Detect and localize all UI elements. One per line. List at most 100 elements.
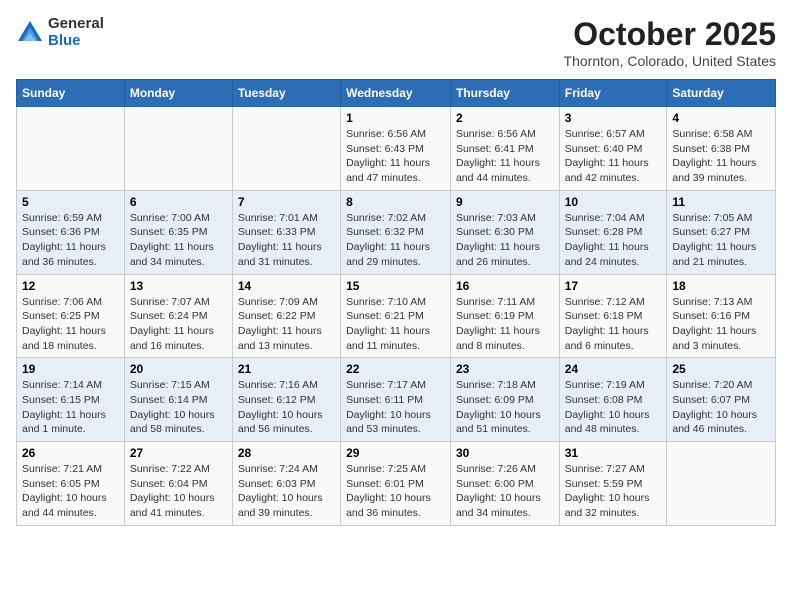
header-cell-monday: Monday	[124, 80, 232, 107]
day-number: 17	[565, 279, 662, 293]
day-number: 2	[456, 111, 554, 125]
day-cell: 1 Sunrise: 6:56 AM Sunset: 6:43 PM Daylig…	[341, 107, 451, 191]
day-number: 5	[22, 195, 119, 209]
day-cell: 10Sunrise: 7:04 AM Sunset: 6:28 PM Dayli…	[559, 190, 667, 274]
day-info: Sunrise: 7:13 AM Sunset: 6:16 PM Dayligh…	[672, 295, 770, 354]
day-cell: 26Sunrise: 7:21 AM Sunset: 6:05 PM Dayli…	[17, 442, 125, 526]
day-cell: 27Sunrise: 7:22 AM Sunset: 6:04 PM Dayli…	[124, 442, 232, 526]
day-info: Sunrise: 7:25 AM Sunset: 6:01 PM Dayligh…	[346, 462, 445, 521]
day-cell: 14 Sunrise: 7:09 AM Sunset: 6:22 PM Dayli…	[232, 274, 340, 358]
day-cell: 15 Sunrise: 7:10 AM Sunset: 6:21 PM Dayli…	[341, 274, 451, 358]
day-cell: 2Sunrise: 6:56 AM Sunset: 6:41 PM Daylig…	[450, 107, 559, 191]
day-cell: 29 Sunrise: 7:25 AM Sunset: 6:01 PM Dayli…	[341, 442, 451, 526]
day-number: 1	[346, 111, 445, 125]
day-info: Sunrise: 7:03 AM Sunset: 6:30 PM Dayligh…	[456, 211, 554, 270]
day-number: 21	[238, 362, 335, 376]
week-row-4: 26Sunrise: 7:21 AM Sunset: 6:05 PM Dayli…	[17, 442, 776, 526]
day-number: 30	[456, 446, 554, 460]
week-row-2: 12Sunrise: 7:06 AM Sunset: 6:25 PM Dayli…	[17, 274, 776, 358]
day-info: Sunrise: 7:00 AM Sunset: 6:35 PM Dayligh…	[130, 211, 227, 270]
day-info: Sunrise: 7:18 AM Sunset: 6:09 PM Dayligh…	[456, 378, 554, 437]
day-number: 8	[346, 195, 445, 209]
week-row-1: 5Sunrise: 6:59 AM Sunset: 6:36 PM Daylig…	[17, 190, 776, 274]
day-number: 23	[456, 362, 554, 376]
day-number: 22	[346, 362, 445, 376]
day-info: Sunrise: 6:57 AM Sunset: 6:40 PM Dayligh…	[565, 127, 662, 186]
day-cell: 13 Sunrise: 7:07 AM Sunset: 6:24 PM Dayli…	[124, 274, 232, 358]
subtitle: Thornton, Colorado, United States	[564, 53, 776, 69]
day-cell: 20 Sunrise: 7:15 AM Sunset: 6:14 PM Dayli…	[124, 358, 232, 442]
logo-general-text: General	[48, 16, 104, 33]
day-number: 4	[672, 111, 770, 125]
day-info: Sunrise: 7:20 AM Sunset: 6:07 PM Dayligh…	[672, 378, 770, 437]
day-number: 9	[456, 195, 554, 209]
day-cell: 17 Sunrise: 7:12 AM Sunset: 6:18 PM Dayli…	[559, 274, 667, 358]
day-number: 14	[238, 279, 335, 293]
logo: General Blue	[16, 16, 104, 49]
day-number: 13	[130, 279, 227, 293]
logo-blue-text: Blue	[48, 33, 104, 50]
day-cell: 11 Sunrise: 7:05 AM Sunset: 6:27 PM Dayli…	[667, 190, 776, 274]
week-row-0: 1 Sunrise: 6:56 AM Sunset: 6:43 PM Daylig…	[17, 107, 776, 191]
day-number: 6	[130, 195, 227, 209]
day-info: Sunrise: 6:56 AM Sunset: 6:43 PM Dayligh…	[346, 127, 445, 186]
day-cell: 19 Sunrise: 7:14 AM Sunset: 6:15 PM Dayli…	[17, 358, 125, 442]
day-cell: 16 Sunrise: 7:11 AM Sunset: 6:19 PM Dayli…	[450, 274, 559, 358]
main-title: October 2025	[564, 16, 776, 53]
day-cell: 24Sunrise: 7:19 AM Sunset: 6:08 PM Dayli…	[559, 358, 667, 442]
calendar-table: SundayMondayTuesdayWednesdayThursdayFrid…	[16, 79, 776, 526]
day-cell: 8 Sunrise: 7:02 AM Sunset: 6:32 PM Daylig…	[341, 190, 451, 274]
day-info: Sunrise: 7:09 AM Sunset: 6:22 PM Dayligh…	[238, 295, 335, 354]
day-cell: 30Sunrise: 7:26 AM Sunset: 6:00 PM Dayli…	[450, 442, 559, 526]
day-cell	[17, 107, 125, 191]
day-number: 31	[565, 446, 662, 460]
day-info: Sunrise: 7:14 AM Sunset: 6:15 PM Dayligh…	[22, 378, 119, 437]
day-cell: 6 Sunrise: 7:00 AM Sunset: 6:35 PM Daylig…	[124, 190, 232, 274]
header: General Blue October 2025 Thornton, Colo…	[16, 16, 776, 69]
day-info: Sunrise: 7:24 AM Sunset: 6:03 PM Dayligh…	[238, 462, 335, 521]
day-cell: 9 Sunrise: 7:03 AM Sunset: 6:30 PM Daylig…	[450, 190, 559, 274]
day-info: Sunrise: 7:17 AM Sunset: 6:11 PM Dayligh…	[346, 378, 445, 437]
day-info: Sunrise: 7:21 AM Sunset: 6:05 PM Dayligh…	[22, 462, 119, 521]
day-cell: 28 Sunrise: 7:24 AM Sunset: 6:03 PM Dayli…	[232, 442, 340, 526]
day-number: 28	[238, 446, 335, 460]
day-cell: 31 Sunrise: 7:27 AM Sunset: 5:59 PM Dayli…	[559, 442, 667, 526]
day-info: Sunrise: 7:06 AM Sunset: 6:25 PM Dayligh…	[22, 295, 119, 354]
day-number: 11	[672, 195, 770, 209]
day-cell: 5Sunrise: 6:59 AM Sunset: 6:36 PM Daylig…	[17, 190, 125, 274]
logo-icon	[16, 19, 44, 47]
day-info: Sunrise: 7:11 AM Sunset: 6:19 PM Dayligh…	[456, 295, 554, 354]
title-area: October 2025 Thornton, Colorado, United …	[564, 16, 776, 69]
day-info: Sunrise: 7:02 AM Sunset: 6:32 PM Dayligh…	[346, 211, 445, 270]
day-cell: 18Sunrise: 7:13 AM Sunset: 6:16 PM Dayli…	[667, 274, 776, 358]
day-cell: 12Sunrise: 7:06 AM Sunset: 6:25 PM Dayli…	[17, 274, 125, 358]
day-info: Sunrise: 7:05 AM Sunset: 6:27 PM Dayligh…	[672, 211, 770, 270]
day-info: Sunrise: 7:10 AM Sunset: 6:21 PM Dayligh…	[346, 295, 445, 354]
day-cell: 23 Sunrise: 7:18 AM Sunset: 6:09 PM Dayli…	[450, 358, 559, 442]
day-number: 3	[565, 111, 662, 125]
day-info: Sunrise: 7:07 AM Sunset: 6:24 PM Dayligh…	[130, 295, 227, 354]
day-info: Sunrise: 7:27 AM Sunset: 5:59 PM Dayligh…	[565, 462, 662, 521]
day-info: Sunrise: 7:15 AM Sunset: 6:14 PM Dayligh…	[130, 378, 227, 437]
day-number: 19	[22, 362, 119, 376]
day-cell	[232, 107, 340, 191]
day-cell: 7 Sunrise: 7:01 AM Sunset: 6:33 PM Daylig…	[232, 190, 340, 274]
day-info: Sunrise: 7:12 AM Sunset: 6:18 PM Dayligh…	[565, 295, 662, 354]
day-info: Sunrise: 7:16 AM Sunset: 6:12 PM Dayligh…	[238, 378, 335, 437]
day-number: 25	[672, 362, 770, 376]
day-cell: 22 Sunrise: 7:17 AM Sunset: 6:11 PM Dayli…	[341, 358, 451, 442]
header-row: SundayMondayTuesdayWednesdayThursdayFrid…	[17, 80, 776, 107]
day-cell	[667, 442, 776, 526]
day-number: 27	[130, 446, 227, 460]
day-number: 10	[565, 195, 662, 209]
day-number: 20	[130, 362, 227, 376]
day-number: 15	[346, 279, 445, 293]
day-number: 16	[456, 279, 554, 293]
day-info: Sunrise: 7:01 AM Sunset: 6:33 PM Dayligh…	[238, 211, 335, 270]
day-cell	[124, 107, 232, 191]
day-number: 7	[238, 195, 335, 209]
day-cell: 4Sunrise: 6:58 AM Sunset: 6:38 PM Daylig…	[667, 107, 776, 191]
day-number: 29	[346, 446, 445, 460]
header-cell-friday: Friday	[559, 80, 667, 107]
day-cell: 3 Sunrise: 6:57 AM Sunset: 6:40 PM Daylig…	[559, 107, 667, 191]
